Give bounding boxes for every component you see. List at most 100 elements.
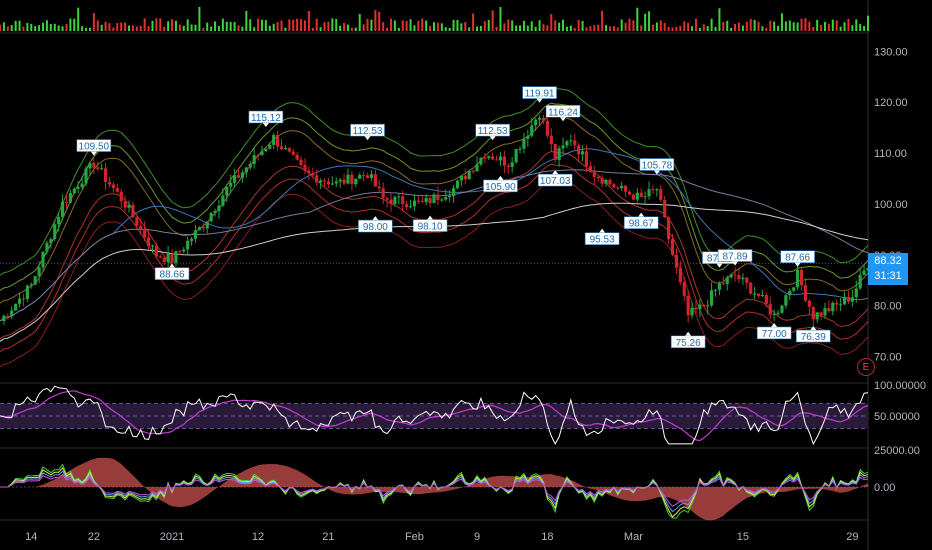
candle-body (561, 145, 565, 149)
price-tag-label: 88.66 (160, 270, 185, 281)
volume-bar (61, 26, 64, 31)
candle-body (827, 308, 831, 312)
candle-body (854, 288, 858, 298)
volume-bar (632, 20, 635, 31)
candle-body (111, 184, 115, 189)
price-tick-label: 130.00 (874, 46, 908, 58)
candle-body (131, 204, 135, 218)
candle-body (60, 201, 65, 218)
candle-body (197, 227, 202, 231)
volume-bar (303, 20, 306, 31)
volume-bar (268, 25, 271, 31)
candle-body (753, 293, 757, 295)
volume-bar (499, 7, 502, 31)
volume-bar (417, 20, 420, 31)
candle-body (405, 204, 409, 208)
price-tag: 105.78 (639, 158, 675, 175)
candle-body (84, 168, 88, 184)
candle-body (655, 189, 659, 191)
price-tag-pointer (497, 175, 504, 180)
volume-bar (867, 15, 869, 31)
volume-bar (679, 25, 682, 31)
volume-bar (284, 27, 287, 31)
volume-bar (784, 21, 787, 31)
candle-body (100, 168, 104, 170)
volume-bar (171, 19, 174, 31)
candle-body (471, 170, 475, 172)
candle-body (784, 295, 788, 306)
time-tick-label: 2021 (160, 531, 184, 543)
chart-canvas[interactable]: 130.00 120.00 110.00 100.00 9 0.00 80.00 70.00 1… (0, 0, 932, 550)
volume-bar (331, 18, 334, 31)
volume-bar (765, 27, 768, 31)
candle-body (350, 174, 354, 184)
volume-bar (92, 13, 95, 31)
volume-bar (315, 18, 318, 31)
candle-body (346, 174, 350, 184)
osc-tick-label: 25000.00 (874, 445, 920, 457)
candle-body (612, 184, 616, 188)
candle-body (68, 193, 72, 203)
earnings-marker[interactable]: E (857, 358, 875, 376)
price-tag-pointer (638, 212, 645, 217)
candle-body (334, 181, 338, 184)
volume-bar (151, 20, 154, 31)
volume-bar (542, 24, 545, 31)
price-tag-label: 115.12 (251, 113, 281, 124)
volume-bar (780, 13, 783, 31)
volume-bar (120, 22, 123, 31)
volume-bar (182, 25, 185, 31)
candle-body (780, 305, 784, 313)
price-tag-label: 107.03 (540, 176, 571, 187)
volume-bar (147, 26, 150, 31)
candle-body (315, 175, 319, 183)
volume-bar (276, 21, 279, 31)
candle-body (272, 135, 276, 145)
candle-body (835, 302, 839, 305)
volume-bar (112, 27, 115, 31)
candle-body (666, 217, 671, 240)
volume-bar (620, 19, 623, 31)
candle-body (14, 303, 18, 311)
candle-body (33, 276, 37, 285)
price-tag-pointer (599, 228, 606, 233)
price-tag: 88.66 (154, 263, 190, 281)
candle-body (279, 146, 284, 150)
candle-body (600, 178, 604, 184)
volume-bar (757, 21, 760, 31)
candle-body (588, 166, 592, 173)
volume-bar (753, 19, 756, 31)
volume-bar (202, 27, 205, 31)
volume-bar (714, 26, 717, 31)
volume-bar (515, 25, 518, 31)
candle-body (358, 174, 362, 179)
volume-bar (788, 20, 791, 31)
volume-bar (710, 18, 713, 31)
volume-bar (425, 20, 428, 31)
volume-bar (831, 19, 834, 31)
candle-body (166, 253, 170, 263)
candle-body (702, 304, 706, 307)
candle-body (385, 197, 389, 200)
candle-body (17, 298, 22, 304)
candle-body (710, 290, 714, 306)
osc-tick-label: 0.00 (874, 482, 895, 494)
last-price-badge: 88.32 31:31 (868, 253, 908, 285)
candle-body (584, 151, 589, 167)
volume-bar (589, 26, 592, 31)
volume-bar (624, 22, 627, 31)
candle-body (189, 238, 194, 241)
candle-body (776, 312, 780, 314)
price-tag: 98.00 (358, 216, 393, 233)
candle-body (745, 277, 749, 283)
volume-bar (644, 13, 647, 31)
volume-bar (26, 22, 29, 31)
volume-bar (135, 26, 138, 31)
candle-body (326, 181, 331, 185)
candle-body (53, 224, 57, 240)
volume-bar (343, 22, 346, 31)
volume-bar (174, 20, 177, 31)
volume-bar (816, 19, 819, 31)
candle-body (577, 145, 581, 155)
candle-body (41, 251, 45, 268)
